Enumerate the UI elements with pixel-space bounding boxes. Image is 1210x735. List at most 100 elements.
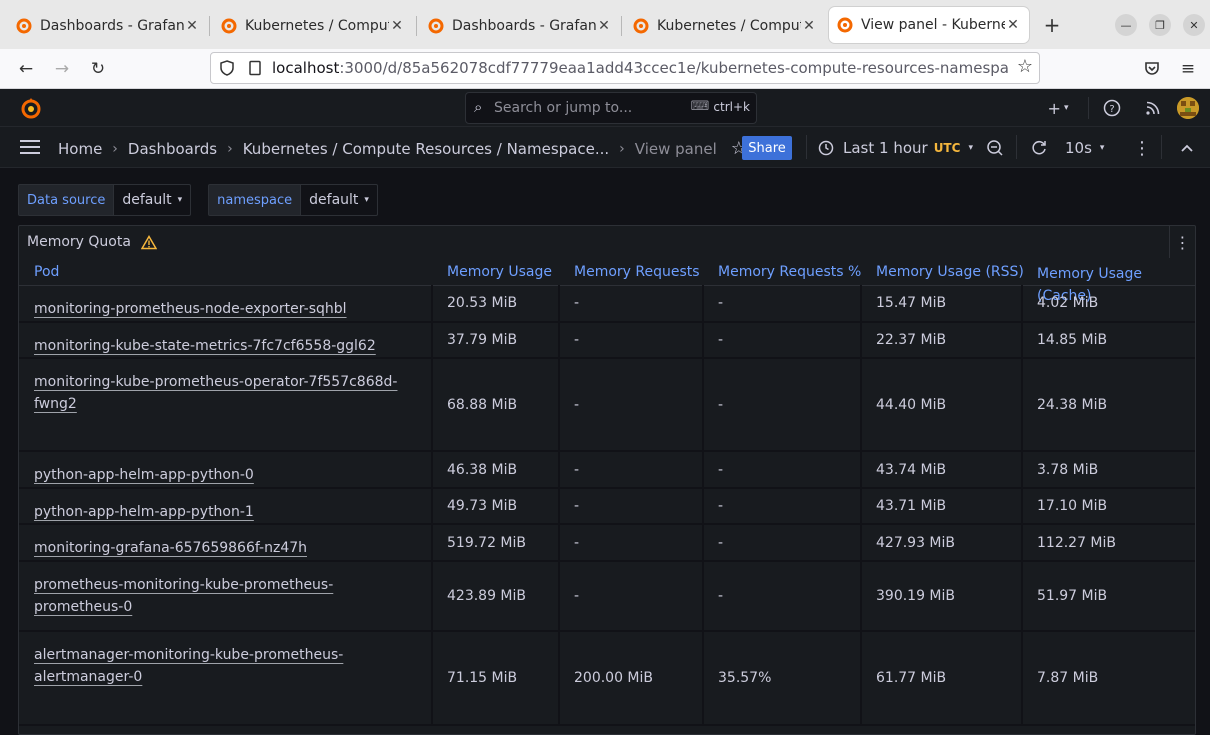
- memory-quota-panel: Memory Quota ⋮ Pod Memory Usage Memory R…: [18, 225, 1196, 735]
- table-cell: -: [559, 285, 704, 323]
- pod-cell: monitoring-kube-prometheus-operator-7f55…: [19, 358, 433, 452]
- clock-icon: [818, 140, 834, 156]
- datasource-select[interactable]: default ▾: [114, 184, 192, 216]
- keyboard-shortcut: ⌨ ctrl+k: [690, 99, 750, 114]
- url-host: localhost: [272, 59, 340, 77]
- close-tab-icon[interactable]: ✕: [184, 18, 200, 34]
- refresh-icon: [1032, 140, 1046, 155]
- table-cell: -: [559, 561, 704, 632]
- news-feed-icon[interactable]: [1142, 96, 1164, 120]
- chevron-right-icon: ›: [112, 140, 118, 157]
- back-icon[interactable]: ←: [14, 57, 38, 81]
- browser-tab[interactable]: Kubernetes / Compute ✕: [625, 8, 825, 44]
- close-tab-icon[interactable]: ✕: [1005, 17, 1021, 33]
- minimize-icon[interactable]: —: [1115, 14, 1137, 36]
- refresh-interval-label: 10s: [1065, 139, 1092, 157]
- chevron-up-icon[interactable]: [1180, 136, 1194, 160]
- column-header-memory-usage-rss[interactable]: Memory Usage (RSS): [861, 259, 1024, 286]
- grafana-top-bar: ⌕ Search or jump to... ⌨ ctrl+k + ▾ ?: [0, 89, 1210, 127]
- table-row: monitoring-grafana-657659866f-nz47h 519.7…: [19, 524, 1195, 562]
- shield-icon[interactable]: [219, 60, 235, 76]
- table-cell: 43.74 MiB: [861, 451, 1023, 489]
- browser-tab-active[interactable]: View panel - Kubernetes ✕: [829, 7, 1029, 43]
- pod-cell: python-app-helm-app-python-0: [19, 451, 433, 489]
- namespace-value: default: [309, 192, 359, 208]
- table-cell: -: [703, 358, 862, 452]
- help-icon[interactable]: ?: [1101, 96, 1123, 120]
- more-options-icon[interactable]: ⋮: [1133, 136, 1151, 160]
- template-variables: Data source default ▾ namespace default ▾: [18, 184, 378, 216]
- user-avatar[interactable]: [1177, 97, 1199, 119]
- pod-link[interactable]: python-app-helm-app-python-0: [34, 467, 254, 483]
- pod-link[interactable]: monitoring-grafana-657659866f-nz47h: [34, 540, 307, 556]
- refresh-interval-picker[interactable]: 10s ▾: [1065, 136, 1104, 160]
- search-input[interactable]: ⌕ Search or jump to... ⌨ ctrl+k: [465, 92, 757, 124]
- table-cell: 49.73 MiB: [432, 488, 560, 525]
- column-header-memory-usage[interactable]: Memory Usage: [432, 259, 559, 286]
- tab-title: Dashboards - Grafana: [452, 18, 596, 34]
- table-row: monitoring-kube-state-metrics-7fc7cf6558…: [19, 322, 1195, 359]
- forward-icon[interactable]: →: [50, 57, 74, 81]
- table-cell: 3.78 MiB: [1022, 451, 1195, 489]
- table-row: monitoring-kube-prometheus-operator-7f55…: [19, 358, 1195, 452]
- hamburger-menu-icon[interactable]: [20, 139, 40, 159]
- table-row: python-app-helm-app-python-1 49.73 MiB - -4…: [19, 488, 1195, 525]
- browser-tab[interactable]: Kubernetes / Compute ✕: [213, 8, 413, 44]
- new-tab-icon[interactable]: +: [1040, 13, 1064, 37]
- panel-menu-icon[interactable]: ⋮: [1169, 226, 1195, 258]
- breadcrumb-dashboards[interactable]: Dashboards: [128, 140, 217, 158]
- pod-link[interactable]: prometheus-monitoring-kube-prometheus-pr…: [34, 577, 333, 615]
- namespace-select[interactable]: default ▾: [301, 184, 378, 216]
- pod-link[interactable]: monitoring-kube-state-metrics-7fc7cf6558…: [34, 338, 376, 354]
- table-cell: 15.47 MiB: [861, 285, 1023, 323]
- browser-tab[interactable]: Dashboards - Grafana ✕: [8, 8, 208, 44]
- grafana-favicon-icon: [16, 18, 32, 34]
- page-info-icon[interactable]: [247, 60, 263, 76]
- zoom-out-button[interactable]: [986, 136, 1004, 160]
- table-cell: 24.38 MiB: [1022, 358, 1195, 452]
- bookmark-star-icon[interactable]: ☆: [1017, 56, 1033, 77]
- column-header-memory-requests-pct[interactable]: Memory Requests %: [703, 259, 861, 286]
- maximize-icon[interactable]: ❐: [1149, 14, 1171, 36]
- breadcrumb-current: View panel: [634, 139, 717, 158]
- column-header-memory-requests[interactable]: Memory Requests: [559, 259, 703, 286]
- pod-link[interactable]: alertmanager-monitoring-kube-prometheus-…: [34, 647, 343, 685]
- table-cell: 427.93 MiB: [861, 524, 1023, 562]
- pocket-icon[interactable]: [1143, 59, 1161, 77]
- pod-link[interactable]: monitoring-kube-prometheus-operator-7f55…: [34, 374, 397, 412]
- close-tab-icon[interactable]: ✕: [389, 18, 405, 34]
- column-header-pod[interactable]: Pod: [19, 259, 432, 286]
- pod-cell: prometheus-monitoring-kube-prometheus-pr…: [19, 561, 433, 632]
- browser-tab[interactable]: Dashboards - Grafana ✕: [420, 8, 620, 44]
- pod-cell: monitoring-prometheus-node-exporter-sqhb…: [19, 285, 433, 323]
- close-tab-icon[interactable]: ✕: [801, 18, 817, 34]
- table-header-row: Pod Memory Usage Memory Requests Memory …: [19, 259, 1195, 304]
- table-row: alertmanager-monitoring-kube-prometheus-…: [19, 631, 1195, 726]
- pod-link[interactable]: monitoring-prometheus-node-exporter-sqhb…: [34, 301, 347, 317]
- pod-link[interactable]: python-app-helm-app-python-1: [34, 504, 254, 520]
- close-window-icon[interactable]: ✕: [1183, 14, 1205, 36]
- svg-text:?: ?: [1109, 104, 1114, 115]
- search-placeholder: Search or jump to...: [494, 100, 633, 116]
- reload-icon[interactable]: ↻: [86, 57, 110, 81]
- search-icon: ⌕: [474, 98, 483, 116]
- dashboard-toolbar: Home › Dashboards › Kubernetes / Compute…: [0, 127, 1210, 168]
- breadcrumb-home[interactable]: Home: [58, 140, 102, 158]
- warning-icon[interactable]: [140, 234, 157, 250]
- close-tab-icon[interactable]: ✕: [596, 18, 612, 34]
- column-header-memory-usage-cache[interactable]: Memory Usage (Cache): [1022, 259, 1195, 304]
- refresh-button[interactable]: [1030, 136, 1048, 160]
- time-range-picker[interactable]: Last 1 hour UTC ▾: [818, 136, 973, 160]
- memory-quota-table: Pod Memory Usage Memory Requests Memory …: [19, 259, 1195, 726]
- pod-cell: alertmanager-monitoring-kube-prometheus-…: [19, 631, 433, 726]
- grafana-logo-icon[interactable]: [19, 96, 43, 120]
- chevron-right-icon: ›: [227, 140, 233, 157]
- menu-icon[interactable]: ≡: [1176, 57, 1200, 81]
- share-button[interactable]: Share: [742, 136, 792, 160]
- table-cell: -: [703, 561, 862, 632]
- table-cell: 71.15 MiB: [432, 631, 560, 726]
- breadcrumb-dashboard[interactable]: Kubernetes / Compute Resources / Namespa…: [243, 140, 609, 158]
- variable-label-datasource: Data source: [18, 184, 115, 216]
- url-bar[interactable]: localhost:3000/d/85a562078cdf77779eaa1ad…: [210, 52, 1040, 84]
- add-new-button[interactable]: + ▾: [1042, 96, 1074, 120]
